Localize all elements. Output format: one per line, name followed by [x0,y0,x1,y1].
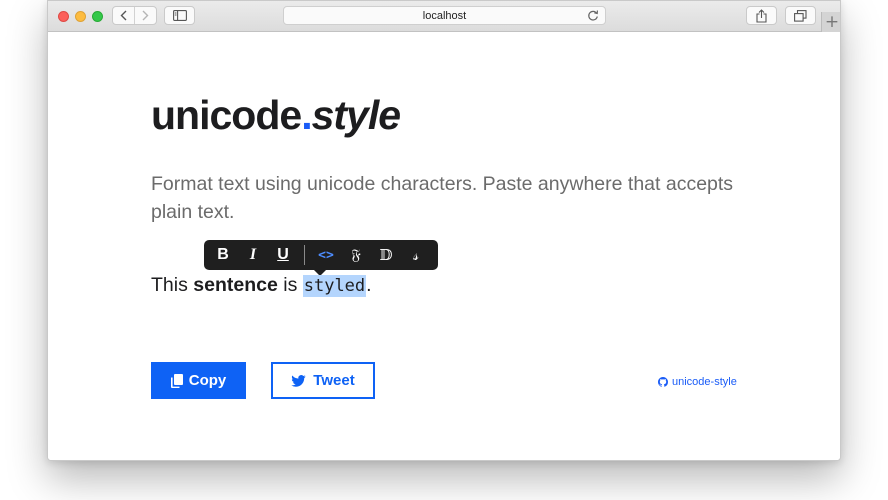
page-content: unicode.style Format text using unicode … [48,32,840,460]
copy-button[interactable]: Copy [151,362,246,399]
github-link[interactable]: unicode-style [658,376,737,388]
minimize-window-icon[interactable] [75,11,86,22]
sample-text-3: . [366,274,372,296]
forward-button[interactable] [135,7,156,24]
share-button[interactable] [746,6,777,25]
page-subtitle: Format text using unicode characters. Pa… [151,173,734,223]
sidebar-toggle-button[interactable] [164,6,195,25]
double-struck-button[interactable]: 𝔻 [371,240,401,270]
new-tab-button[interactable]: + [821,12,840,32]
maximize-window-icon[interactable] [92,11,103,22]
underline-button[interactable]: U [268,240,298,270]
format-toolbar: B I U <> 𝔉 𝔻 𝓈 [204,240,438,276]
github-link-label: unicode-style [672,376,737,388]
title-main: unicode [151,92,302,138]
title-dot: . [301,92,312,138]
browser-window: localhost + unicode.style Format text us… [47,0,841,461]
title-italic: style [311,92,401,138]
bold-button[interactable]: B [208,240,238,270]
show-tabs-button[interactable] [785,6,816,25]
fraktur-button[interactable]: 𝔉 [341,240,371,270]
address-bar[interactable]: localhost [283,6,606,25]
address-text: localhost [422,9,467,22]
twitter-bird-icon [291,374,306,387]
italic-button[interactable]: I [238,240,268,270]
sample-text-1: This [151,274,194,296]
code-button[interactable]: <> [311,240,341,270]
tweet-button[interactable]: Tweet [271,362,375,399]
sample-text-2: is [277,274,303,296]
sidebar-icon [172,10,187,21]
tabs-overview-icon [794,9,807,22]
chevron-right-icon [142,10,149,21]
copy-label: Copy [188,372,227,389]
reload-icon[interactable] [587,9,599,22]
github-icon [658,377,668,387]
browser-toolbar: localhost + [48,1,840,32]
page-title: unicode.style [151,92,401,139]
chevron-left-icon [120,10,127,21]
share-icon [756,8,767,23]
sample-sentence[interactable]: This sentence is styled. [151,274,372,297]
script-button[interactable]: 𝓈 [401,240,431,270]
toolbar-divider [304,245,305,265]
tweet-label: Tweet [313,372,355,389]
history-nav [112,6,157,25]
sample-selected-word[interactable]: styled [302,275,367,297]
sample-bold-word: sentence [193,274,278,296]
copy-icon [170,373,183,388]
close-window-icon[interactable] [58,11,69,22]
back-button[interactable] [113,7,135,24]
